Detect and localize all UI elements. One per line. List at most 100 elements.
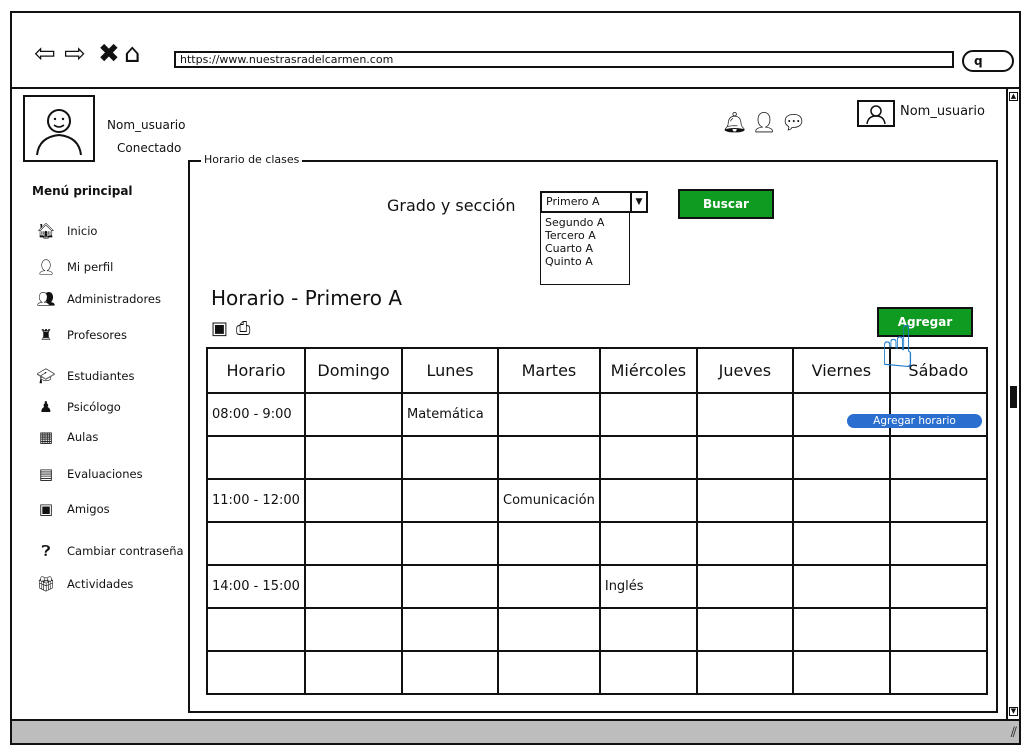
table-cell[interactable]: [695, 521, 794, 566]
table-cell[interactable]: [497, 435, 601, 480]
scroll-up-icon[interactable]: ▲: [1009, 92, 1018, 101]
table-cell[interactable]: [304, 392, 403, 437]
dropdown-option[interactable]: Quinto A: [545, 255, 629, 268]
table-cell[interactable]: [888, 521, 988, 566]
scroll-down-icon[interactable]: ▼: [1009, 707, 1018, 716]
grado-label: Grado y sección: [387, 196, 516, 215]
table-cell[interactable]: [497, 521, 601, 566]
close-icon[interactable]: ✖: [98, 41, 120, 67]
dropdown-option[interactable]: Tercero A: [545, 229, 629, 242]
vertical-scrollbar[interactable]: ▲ ▼: [1006, 89, 1019, 719]
table-cell[interactable]: [598, 521, 698, 566]
table-cell[interactable]: [888, 564, 988, 609]
table-cell[interactable]: [888, 478, 988, 523]
table-cell[interactable]: [695, 650, 794, 695]
user-status: Conectado: [117, 141, 182, 155]
table-cell[interactable]: [598, 478, 698, 523]
table-row: 11:00 - 12:00 Comunicación: [206, 478, 988, 523]
table-cell[interactable]: [695, 564, 794, 609]
table-cell[interactable]: [598, 435, 698, 480]
table-cell[interactable]: 14:00 - 15:00: [206, 564, 306, 609]
sidebar-item-aulas[interactable]: ▦ Aulas: [37, 428, 98, 446]
table-cell[interactable]: [401, 521, 499, 566]
table-cell[interactable]: [304, 521, 403, 566]
scroll-thumb[interactable]: [1010, 386, 1017, 408]
sidebar-item-estudiantes[interactable]: 🎓︎ Estudiantes: [36, 367, 134, 385]
table-cell[interactable]: [304, 478, 403, 523]
table-row: [206, 607, 988, 652]
sidebar-item-administradores[interactable]: 👥︎ Administradores: [36, 290, 161, 308]
table-cell[interactable]: [598, 392, 698, 437]
resize-grip-icon[interactable]: ⫽: [1011, 725, 1017, 741]
table-cell[interactable]: [888, 607, 988, 652]
sidebar-item-evaluaciones[interactable]: ▤ Evaluaciones: [37, 465, 143, 483]
table-cell[interactable]: [497, 392, 601, 437]
table-cell[interactable]: [497, 564, 601, 609]
sidebar-item-amigos[interactable]: ▣ Amigos: [37, 500, 110, 518]
table-cell[interactable]: [791, 521, 891, 566]
table-cell[interactable]: [497, 650, 601, 695]
chat-icon[interactable]: 💬︎: [781, 110, 810, 134]
home-icon[interactable]: ⌂: [124, 41, 141, 67]
bell-icon[interactable]: 🔔︎: [722, 110, 751, 134]
question-icon: ❓︎: [41, 542, 51, 560]
table-cell[interactable]: [304, 564, 403, 609]
dropdown-option[interactable]: Segundo A: [545, 216, 629, 229]
sidebar-item-actividades[interactable]: 🎁︎ Actividades: [36, 575, 133, 593]
buscar-button[interactable]: Buscar: [678, 189, 774, 219]
table-cell[interactable]: Comunicación: [497, 478, 601, 523]
table-cell[interactable]: [791, 478, 891, 523]
users-icon: 👥︎: [36, 290, 56, 308]
table-cell[interactable]: [598, 607, 698, 652]
table-cell[interactable]: [206, 435, 306, 480]
table-cell[interactable]: 11:00 - 12:00: [206, 478, 306, 523]
table-cell[interactable]: Inglés: [598, 564, 698, 609]
table-cell[interactable]: [695, 478, 794, 523]
table-cell[interactable]: [401, 478, 499, 523]
table-row: [206, 435, 988, 480]
back-arrow-icon[interactable]: ⇦: [34, 41, 56, 67]
sidebar-item-inicio[interactable]: 🏠︎ Inicio: [36, 222, 97, 240]
table-cell[interactable]: [791, 650, 891, 695]
hand-cursor-icon: ☝: [880, 313, 916, 381]
pdf-icon[interactable]: ⎙: [236, 318, 250, 339]
table-cell[interactable]: [304, 607, 403, 652]
table-cell[interactable]: [401, 564, 499, 609]
table-cell[interactable]: [401, 435, 499, 480]
table-cell[interactable]: [206, 607, 306, 652]
table-cell[interactable]: [304, 435, 403, 480]
table-cell[interactable]: [791, 435, 891, 480]
table-cell[interactable]: [695, 435, 794, 480]
table-cell[interactable]: [401, 607, 499, 652]
table-cell[interactable]: [598, 650, 698, 695]
url-bar[interactable]: https://www.nuestrasradelcarmen.com: [174, 51, 954, 68]
table-cell[interactable]: [695, 392, 794, 437]
table-cell[interactable]: [304, 650, 403, 695]
column-header: Lunes: [401, 347, 499, 394]
table-cell[interactable]: [695, 607, 794, 652]
chevron-down-icon[interactable]: ▼: [630, 193, 646, 211]
sidebar-item-cambiar-contrasena[interactable]: ❓︎ Cambiar contraseña: [37, 542, 183, 560]
sidebar-item-mi-perfil[interactable]: 👤︎ Mi perfil: [36, 258, 113, 276]
search-icon[interactable]: q: [962, 50, 1014, 72]
table-cell[interactable]: [791, 564, 891, 609]
sidebar-item-profesores[interactable]: ♜ Profesores: [37, 326, 127, 344]
table-cell[interactable]: [888, 650, 988, 695]
table-cell[interactable]: 08:00 - 9:00: [206, 392, 306, 437]
add-user-icon[interactable]: 👤︎: [751, 110, 780, 134]
table-cell[interactable]: [206, 521, 306, 566]
excel-icon[interactable]: ▣: [211, 318, 228, 339]
table-cell[interactable]: Matemática: [401, 392, 499, 437]
table-cell[interactable]: [497, 607, 601, 652]
table-cell[interactable]: [401, 650, 499, 695]
forward-arrow-icon[interactable]: ⇨: [64, 41, 86, 67]
user-silhouette-icon: [866, 105, 886, 125]
table-cell[interactable]: [791, 607, 891, 652]
table-cell[interactable]: [888, 435, 988, 480]
table-cell[interactable]: [206, 650, 306, 695]
dropdown-option[interactable]: Cuarto A: [545, 242, 629, 255]
header-avatar[interactable]: [857, 100, 895, 127]
column-header: Viernes: [791, 347, 891, 394]
sidebar-item-psicologo[interactable]: ♟ Psicólogo: [37, 398, 121, 416]
grado-select[interactable]: Primero A ▼: [540, 191, 648, 213]
